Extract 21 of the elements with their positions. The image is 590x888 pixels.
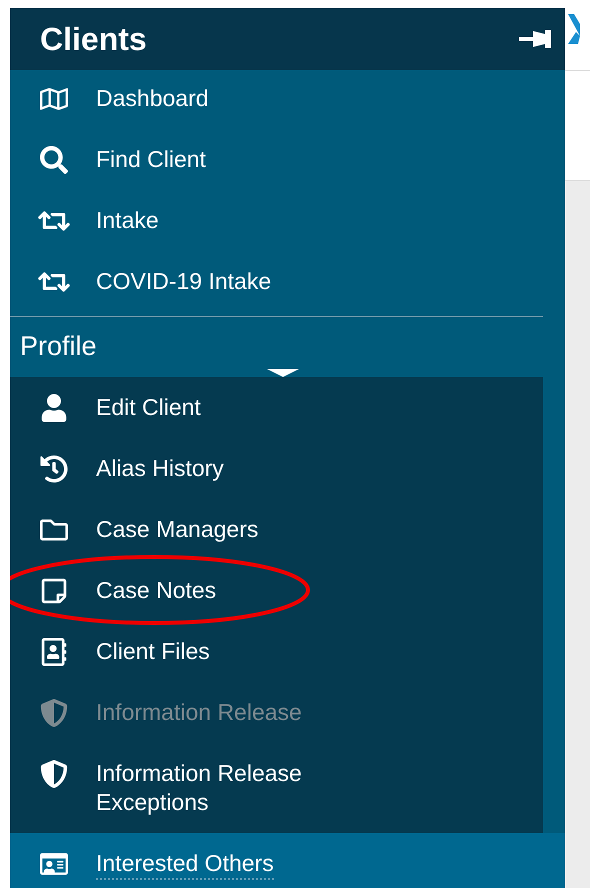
menu-item[interactable]: Interested Others [10,833,565,888]
menu-item[interactable]: Client Files [10,621,543,682]
menu-item[interactable]: Edit Client [10,377,543,438]
history-icon [40,454,68,482]
menu-item[interactable]: Case Notes [10,560,543,621]
shield-icon [40,760,68,788]
contact-card-icon [40,638,68,666]
menu-item[interactable]: Alias History [10,438,543,499]
menu-item[interactable]: Dashboard [10,68,565,129]
menu-item[interactable]: COVID-19 Intake [10,251,565,312]
user-icon [40,394,68,422]
sidebar-title: Clients [40,20,147,58]
section-title: Profile [20,331,98,361]
menu-item[interactable]: Find Client [10,129,565,190]
logo-icon [568,14,580,44]
menu-item[interactable]: Case Managers [10,499,543,560]
shield-icon [40,698,68,726]
note-icon [40,576,68,604]
menu-item[interactable]: Intake [10,190,565,251]
menu-item[interactable]: Information Release Exceptions [10,743,543,833]
search-icon [40,146,68,174]
